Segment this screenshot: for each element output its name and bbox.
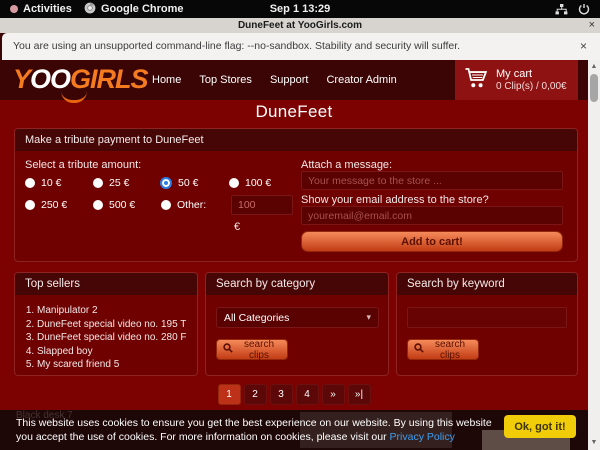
page-button-next[interactable]: » [322, 384, 345, 405]
nav-item-support[interactable]: Support [270, 74, 309, 86]
logo-text-y: Y [13, 64, 30, 94]
amount-row-1: 10 € 25 € 50 € 100 € [25, 177, 297, 189]
top-seller-item[interactable]: My scared friend 5 [37, 358, 197, 372]
window-title: DuneFeet at YooGirls.com [0, 18, 600, 33]
amount-row-2: 250 € 500 € Other: [25, 199, 229, 211]
search-keyword-panel: Search by keyword search clips [396, 272, 578, 376]
my-cart-button[interactable]: My cart 0 Clip(s) / 0,00€ [455, 60, 578, 100]
infobar-message: You are using an unsupported command-lin… [13, 33, 460, 60]
window-title-bar[interactable]: DuneFeet at YooGirls.com × [0, 18, 600, 33]
page-button-4[interactable]: 4 [296, 384, 319, 405]
scrollbar-thumb[interactable] [590, 74, 598, 102]
scroll-down-icon[interactable]: ▼ [588, 438, 600, 448]
amount-option-25[interactable]: 25 € [93, 177, 161, 189]
search-clips-keyword-button[interactable]: search clips [407, 339, 479, 360]
add-to-cart-button[interactable]: Add to cart! [301, 231, 563, 252]
page-button-last[interactable]: »| [348, 384, 371, 405]
radio-100-eur[interactable] [229, 178, 239, 188]
email-input[interactable] [301, 206, 563, 225]
privacy-policy-link[interactable]: Privacy Policy [390, 431, 455, 443]
radio-other[interactable] [161, 200, 171, 210]
search-keyword-header: Search by keyword [397, 273, 577, 295]
category-select[interactable]: All Categories ▾ [216, 307, 379, 328]
amount-option-other[interactable]: Other: [161, 199, 229, 211]
top-seller-item[interactable]: Manipulator 2 [37, 304, 197, 318]
amount-option-50[interactable]: 50 € [161, 177, 229, 189]
radio-25-eur[interactable] [93, 178, 103, 188]
search-clips-category-button[interactable]: search clips [216, 339, 288, 360]
window-close-icon[interactable]: × [589, 18, 595, 33]
site-logo[interactable]: YOOGIRLS [13, 61, 148, 97]
amount-option-100[interactable]: 100 € [229, 177, 297, 189]
nav-item-creator-admin[interactable]: Creator Admin [326, 74, 396, 86]
amount-option-250[interactable]: 250 € [25, 199, 93, 211]
browser-scrollbar[interactable]: ▲ ▼ [588, 60, 600, 450]
search-icon [414, 343, 424, 356]
top-seller-item[interactable]: DuneFeet special video no. 280 F [37, 331, 197, 345]
network-icon[interactable] [555, 0, 568, 18]
system-top-bar: Activities Google Chrome Sep 1 13:29 [0, 0, 600, 18]
top-sellers-panel: Top sellers Manipulator 2 DuneFeet speci… [14, 272, 198, 376]
power-icon[interactable] [578, 0, 590, 18]
currency-symbol: € [234, 221, 240, 233]
cart-title: My cart [496, 68, 567, 80]
cookie-accept-button[interactable]: Ok, got it! [504, 415, 576, 438]
nav-item-top-stores[interactable]: Top Stores [199, 74, 252, 86]
radio-10-eur[interactable] [25, 178, 35, 188]
system-clock[interactable]: Sep 1 13:29 [0, 0, 600, 18]
scroll-up-icon[interactable]: ▲ [588, 62, 600, 72]
other-amount-input[interactable] [231, 195, 293, 215]
page-button-2[interactable]: 2 [244, 384, 267, 405]
keyword-input[interactable] [407, 307, 567, 328]
email-label: Show your email address to the store? [301, 194, 489, 206]
search-category-panel: Search by category All Categories ▾ sear… [205, 272, 389, 376]
radio-250-eur[interactable] [25, 200, 35, 210]
amount-option-500[interactable]: 500 € [93, 199, 161, 211]
page-title: DuneFeet [0, 102, 588, 122]
pagination: 1 2 3 4 » »| [0, 384, 588, 405]
page-button-1[interactable]: 1 [218, 384, 241, 405]
infobar-right-edge [588, 33, 600, 60]
search-icon [223, 343, 233, 356]
main-nav: Home Top Stores Support Creator Admin [152, 60, 397, 100]
chevron-down-icon: ▾ [366, 312, 371, 323]
page-button-3[interactable]: 3 [270, 384, 293, 405]
radio-50-eur-selected[interactable] [160, 177, 172, 189]
top-sellers-list: Manipulator 2 DuneFeet special video no.… [37, 304, 197, 372]
amount-label: Select a tribute amount: [25, 159, 141, 171]
logo-text-girls: GIRLS [70, 64, 148, 94]
category-selected-value: All Categories [224, 312, 289, 324]
logo-text-oo: OO [30, 64, 70, 94]
top-seller-item[interactable]: DuneFeet special video no. 195 T [37, 318, 197, 332]
top-seller-item[interactable]: Slapped boy [37, 345, 197, 359]
radio-500-eur[interactable] [93, 200, 103, 210]
tribute-panel-header: Make a tribute payment to DuneFeet [15, 129, 577, 151]
nav-item-home[interactable]: Home [152, 74, 181, 86]
site-header: YOOGIRLS Home Top Stores Support Creator… [0, 60, 600, 100]
cookie-message: This website uses cookies to ensure you … [16, 417, 498, 444]
message-input[interactable] [301, 171, 563, 190]
message-label: Attach a message: [301, 159, 392, 171]
cart-summary: 0 Clip(s) / 0,00€ [496, 81, 567, 92]
desktop-screen: Activities Google Chrome Sep 1 13:29 Dun… [0, 0, 600, 450]
cookie-consent-overlay: Black desk 7 This website uses cookies t… [0, 410, 588, 450]
chrome-flag-infobar: You are using an unsupported command-lin… [2, 33, 598, 60]
infobar-close-icon[interactable]: × [580, 33, 587, 60]
cart-icon [464, 67, 488, 94]
search-category-header: Search by category [206, 273, 388, 295]
tribute-panel: Make a tribute payment to DuneFeet Selec… [14, 128, 578, 262]
amount-option-10[interactable]: 10 € [25, 177, 93, 189]
top-sellers-header: Top sellers [15, 273, 197, 295]
